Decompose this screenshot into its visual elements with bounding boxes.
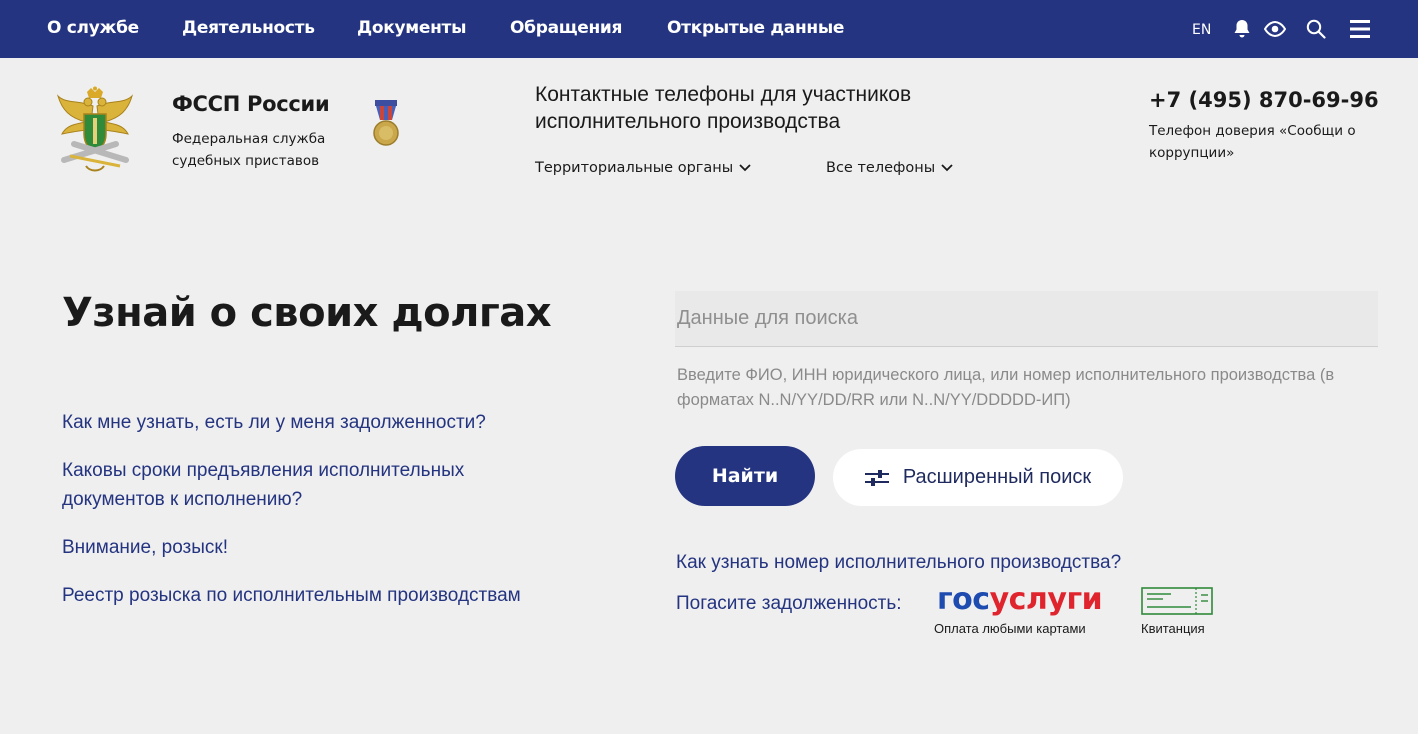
faq-link-wanted[interactable]: Внимание, розыск!: [62, 533, 582, 562]
nav-item-activity[interactable]: Деятельность: [182, 18, 315, 38]
nav-item-about[interactable]: О службе: [47, 18, 139, 38]
menu-icon[interactable]: [1350, 20, 1370, 38]
territorial-bodies-dropdown[interactable]: Территориальные органы: [535, 160, 751, 176]
chevron-down-icon: [941, 160, 953, 176]
org-title[interactable]: ФССП России: [172, 92, 330, 116]
medal-icon: [372, 98, 400, 148]
page-title: Узнай о своих долгах: [62, 290, 552, 336]
top-navigation: О службе Деятельность Документы Обращени…: [0, 0, 1418, 58]
nav-item-documents[interactable]: Документы: [357, 18, 466, 38]
org-subtitle: Федеральная служба судебных приставов: [172, 131, 326, 169]
gosuslugi-part-1: гос: [937, 582, 990, 617]
gosuslugi-logo[interactable]: госуслуги: [937, 582, 1103, 617]
chevron-down-icon: [739, 160, 751, 176]
search-icon[interactable]: [1306, 19, 1326, 39]
gosuslugi-part-2: услуги: [989, 582, 1103, 617]
gosuslugi-caption[interactable]: Оплата любыми картами: [934, 621, 1086, 636]
bell-icon[interactable]: [1233, 19, 1251, 39]
find-button[interactable]: Найти: [675, 446, 815, 506]
faq-link-deadlines[interactable]: Каковы сроки предъявления исполнительных…: [62, 456, 532, 514]
hotline-phone-subtitle: Телефон доверия «Сообщи о коррупции»: [1149, 123, 1356, 161]
contacts-title: Контактные телефоны для участников испол…: [535, 83, 912, 133]
receipt-icon[interactable]: [1141, 587, 1213, 615]
eye-icon[interactable]: [1264, 21, 1286, 37]
how-to-find-number-link[interactable]: Как узнать номер исполнительного произво…: [676, 552, 1121, 574]
faq-link-wanted-registry[interactable]: Реестр розыска по исполнительным произво…: [62, 581, 582, 610]
sliders-icon: [864, 469, 889, 486]
language-switch[interactable]: EN: [1192, 22, 1211, 38]
advanced-search-button[interactable]: Расширенный поиск: [833, 449, 1123, 506]
territorial-bodies-label: Территориальные органы: [535, 160, 734, 176]
search-hint: Введите ФИО, ИНН юридического лица, или …: [677, 366, 1335, 409]
receipt-caption[interactable]: Квитанция: [1141, 621, 1205, 636]
nav-item-open-data[interactable]: Открытые данные: [667, 18, 844, 38]
nav-item-appeals[interactable]: Обращения: [510, 18, 622, 38]
fssp-emblem-logo[interactable]: [56, 86, 134, 174]
hotline-phone[interactable]: +7 (495) 870-69-96: [1149, 88, 1379, 112]
search-input[interactable]: [675, 291, 1378, 347]
advanced-search-label: Расширенный поиск: [902, 466, 1092, 488]
faq-link-debts[interactable]: Как мне узнать, есть ли у меня задолженн…: [62, 408, 582, 437]
pay-debt-label: Погасите задолженность:: [676, 593, 902, 614]
all-phones-dropdown[interactable]: Все телефоны: [826, 160, 953, 176]
all-phones-label: Все телефоны: [826, 160, 936, 176]
